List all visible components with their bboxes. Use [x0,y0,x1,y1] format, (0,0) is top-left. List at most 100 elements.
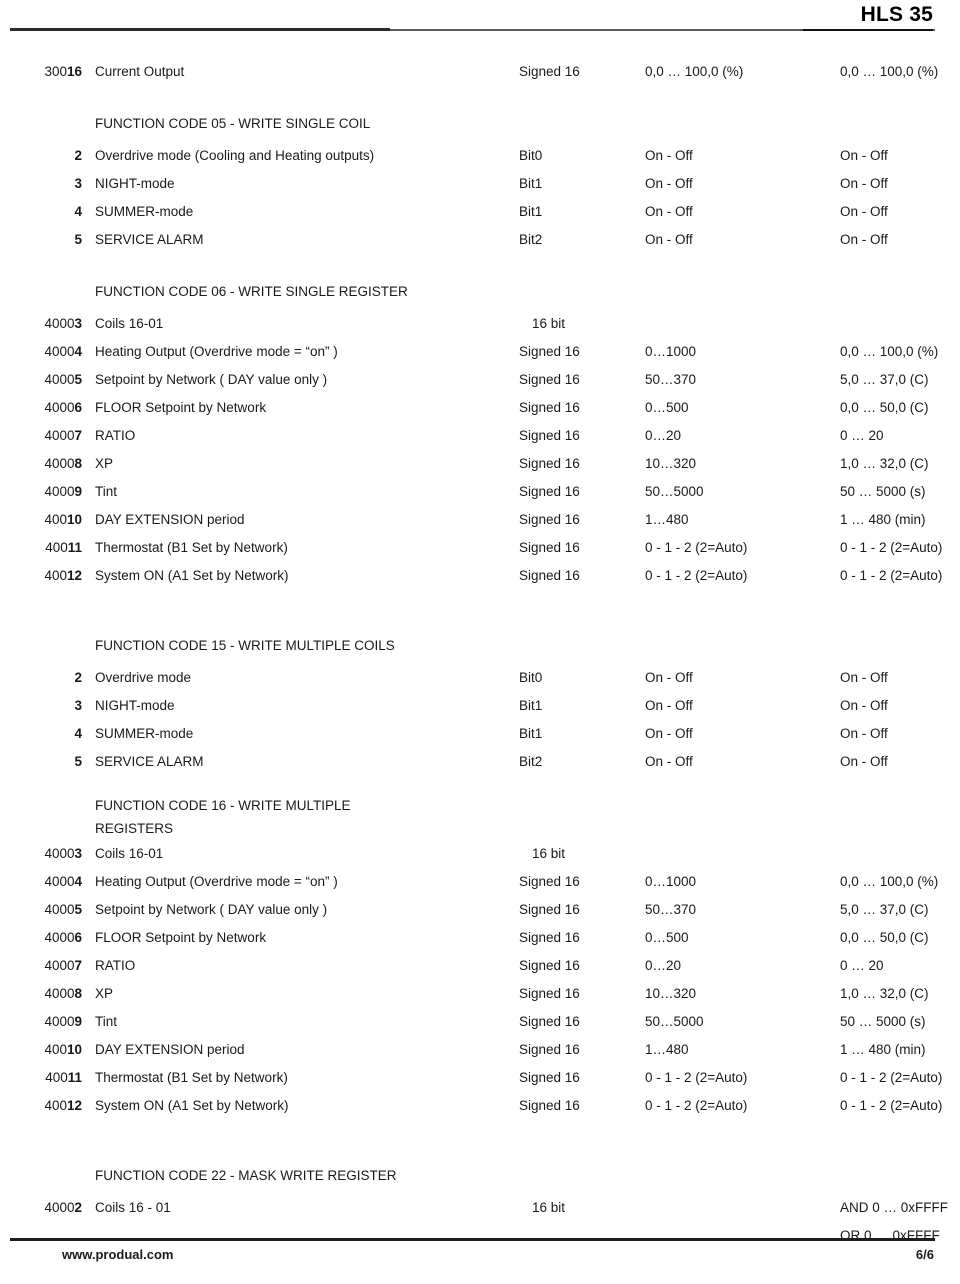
row-spacer [0,776,960,794]
register-address: 40006 [0,394,82,422]
table-row: 40005 Setpoint by Network ( DAY value onl… [0,366,960,394]
register-address: 40009 [0,1008,82,1036]
register-address: 30016 [0,58,82,86]
register-address: 3 [0,170,82,198]
title-underline [803,29,933,31]
register-engineering-range: On - Off [840,204,888,219]
register-data-type: Signed 16 [519,568,580,583]
register-data-type: Signed 16 [519,400,580,415]
register-engineering-range: 0 - 1 - 2 (2=Auto) [840,568,943,583]
register-address: 40012 [0,1092,82,1120]
function-code-heading-text: FUNCTION CODE 16 - WRITE MULTIPLE REGIST… [95,798,351,836]
register-address: 40004 [0,868,82,896]
table-row: 40004 Heating Output (Overdrive mode = “o… [0,338,960,366]
function-code-heading-text: FUNCTION CODE 06 - WRITE SINGLE REGISTER [95,284,408,299]
footer-divider [10,1238,935,1241]
register-raw-range: 0 - 1 - 2 (2=Auto) [645,1098,748,1113]
table-row: 40006 FLOOR Setpoint by Network Signed 16 0… [0,394,960,422]
register-raw-range: On - Off [645,232,693,247]
register-description: XP [95,456,114,471]
table-row: 4 SUMMER-mode Bit1 On - Off On - Off [0,198,960,226]
register-engineering-range: 0 … 20 [840,958,884,973]
register-address-suffix: 6 [74,930,82,945]
register-data-type: 16 bit [532,846,566,861]
register-raw-range: On - Off [645,726,693,741]
register-engineering-range: On - Off [840,148,888,163]
row-spacer [0,590,960,634]
register-address-suffix: 12 [66,568,82,583]
table-row: 40012 System ON (A1 Set by Network) Signed… [0,562,960,590]
register-address-suffix: 4 [74,874,82,889]
register-raw-range: 0…500 [645,930,689,945]
register-raw-range: 0…20 [645,428,682,443]
register-address-suffix: 3 [74,316,82,331]
table-row: 40011 Thermostat (B1 Set by Network) Signe… [0,534,960,562]
register-description: Current Output [95,64,185,79]
register-description: SUMMER-mode [95,204,194,219]
register-data-type: Signed 16 [519,902,580,917]
register-data-type: 16 bit [532,316,566,331]
register-address: 40011 [0,1064,82,1092]
register-raw-range: 10…320 [645,986,697,1001]
register-description: System ON (A1 Set by Network) [95,568,289,583]
register-address: 40002 [0,1194,82,1222]
page-header: HLS 35 [0,0,960,40]
register-engineering-range: 0 - 1 - 2 (2=Auto) [840,1070,943,1085]
register-data-type: Signed 16 [519,1070,580,1085]
register-engineering-range: 0,0 … 100,0 (%) [840,344,939,359]
register-address-suffix: 5 [74,372,82,387]
register-data-type: 16 bit [532,1200,566,1215]
function-code-heading: FUNCTION CODE 06 - WRITE SINGLE REGISTER [0,280,960,310]
register-data-type: Bit2 [519,754,543,769]
register-description: SERVICE ALARM [95,232,204,247]
register-engineering-range: 0 - 1 - 2 (2=Auto) [840,540,943,555]
register-engineering-range: 5,0 … 37,0 (C) [840,372,929,387]
register-data-type: Signed 16 [519,540,580,555]
register-engineering-range: 50 … 5000 (s) [840,1014,926,1029]
table-row: 4 SUMMER-mode Bit1 On - Off On - Off [0,720,960,748]
table-row: 40005 Setpoint by Network ( DAY value onl… [0,896,960,924]
register-address: 40005 [0,896,82,924]
register-address: 3 [0,692,82,720]
register-address-prefix: 4000 [44,316,75,331]
register-address-prefix: 4000 [44,902,75,917]
register-engineering-range: 1 … 480 (min) [840,1042,926,1057]
table-row: 40006 FLOOR Setpoint by Network Signed 16 0… [0,924,960,952]
register-engineering-range: On - Off [840,754,888,769]
register-data-type: Bit1 [519,176,543,191]
register-engineering-range: 50 … 5000 (s) [840,484,926,499]
register-address: 40004 [0,338,82,366]
footer-website-url[interactable]: www.produal.com [62,1246,173,1264]
register-raw-range: On - Off [645,148,693,163]
register-address-suffix: 5 [74,902,82,917]
register-engineering-range: 1,0 … 32,0 (C) [840,456,929,471]
row-spacer [0,86,960,112]
function-code-heading: FUNCTION CODE 22 - MASK WRITE REGISTER [0,1164,960,1194]
function-code-heading-text: FUNCTION CODE 22 - MASK WRITE REGISTER [95,1168,397,1183]
page-footer: www.produal.com 6/6 [0,1234,960,1284]
register-description: RATIO [95,958,136,973]
register-address: 40010 [0,1036,82,1064]
register-address-prefix: 300 [44,64,67,79]
register-engineering-range: 1,0 … 32,0 (C) [840,986,929,1001]
register-address-prefix: 4000 [44,484,75,499]
register-description: Setpoint by Network ( DAY value only ) [95,372,328,387]
register-address: 40006 [0,924,82,952]
register-address: 4 [0,198,82,226]
register-data-type: Signed 16 [519,1014,580,1029]
register-description: SUMMER-mode [95,726,194,741]
register-description: Thermostat (B1 Set by Network) [95,540,288,555]
register-raw-range: 0…20 [645,958,682,973]
register-raw-range: 0…1000 [645,874,697,889]
register-address-prefix: 400 [44,1098,67,1113]
register-engineering-range: 1 … 480 (min) [840,512,926,527]
register-address: 40012 [0,562,82,590]
table-row: 3 NIGHT-mode Bit1 On - Off On - Off [0,692,960,720]
register-address-suffix: 2 [74,670,82,685]
register-address-suffix: 8 [74,456,82,471]
register-address: 2 [0,664,82,692]
register-address-suffix: 4 [74,204,82,219]
register-description: System ON (A1 Set by Network) [95,1098,289,1113]
table-row: 30016 Current Output Signed 16 0,0 … 100,0 … [0,58,960,86]
register-description: Overdrive mode [95,670,192,685]
